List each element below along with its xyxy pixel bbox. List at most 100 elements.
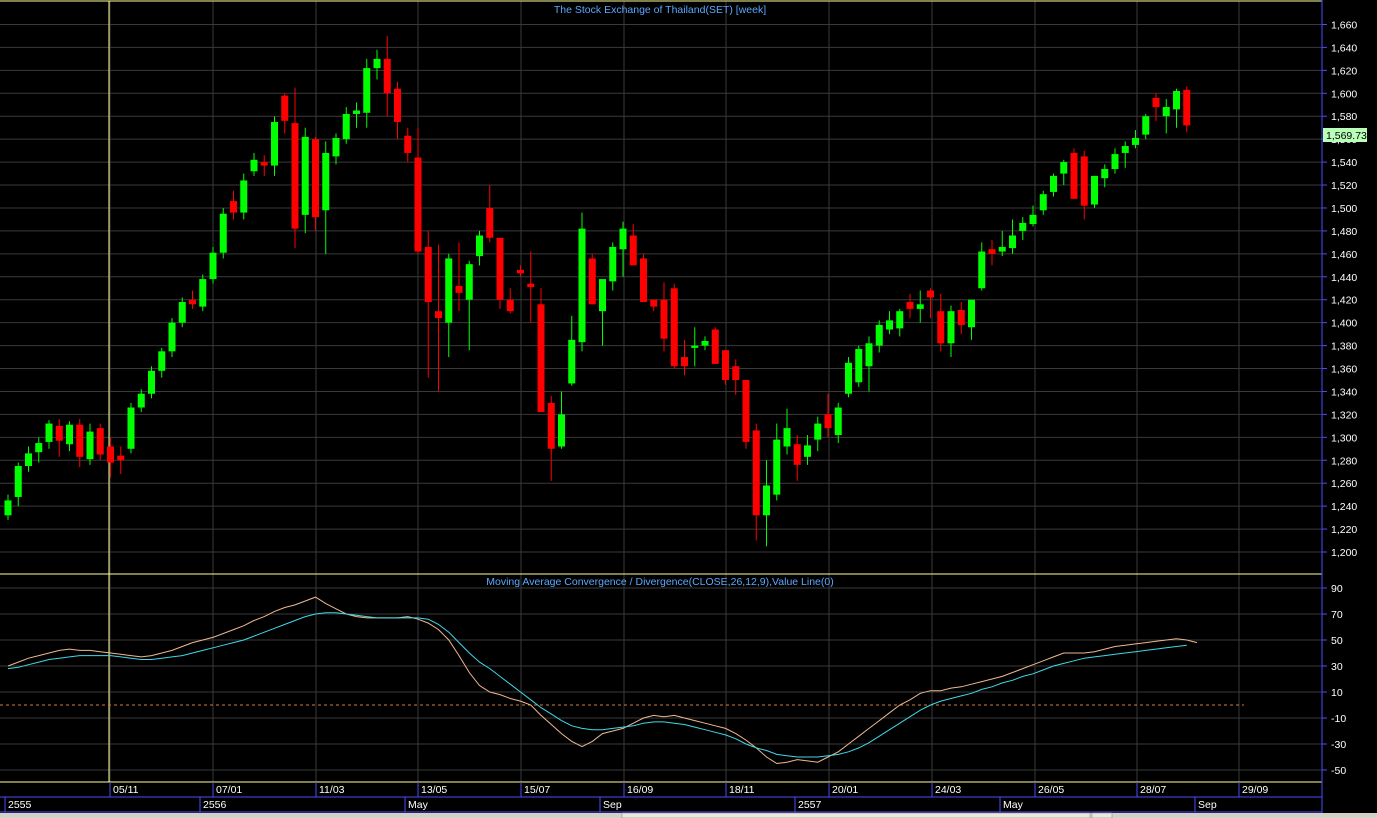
candle-body-up bbox=[855, 349, 863, 383]
candle-body-down bbox=[906, 302, 914, 309]
candlestick bbox=[199, 274, 207, 312]
candle-body-down bbox=[537, 304, 545, 413]
price-axis-label: 1,480 bbox=[1331, 226, 1357, 238]
candle-body-up bbox=[578, 228, 586, 343]
candle-body-down bbox=[1080, 156, 1088, 206]
date-axis-lower-label: 2556 bbox=[203, 799, 227, 811]
macd-axis-label: 50 bbox=[1331, 635, 1343, 647]
candle-body-down bbox=[1183, 89, 1191, 126]
price-axis-label: 1,200 bbox=[1331, 547, 1357, 559]
candle-body-down bbox=[76, 424, 84, 457]
candle-body-up bbox=[609, 246, 617, 282]
candle-body-up bbox=[1101, 168, 1109, 179]
candle-body-up bbox=[691, 345, 699, 348]
date-axis-lower-label: 2557 bbox=[798, 799, 822, 811]
macd-axis-label: -50 bbox=[1331, 765, 1346, 777]
price-axis-label: 1,380 bbox=[1331, 341, 1357, 353]
candle-body-down bbox=[793, 444, 801, 465]
candle-body-up bbox=[619, 228, 627, 250]
candle-body-down bbox=[455, 285, 463, 293]
price-axis-label: 1,640 bbox=[1331, 42, 1357, 54]
candle-body-up bbox=[168, 322, 176, 352]
candle-body-down bbox=[394, 88, 401, 122]
horizontal-scrollbar[interactable] bbox=[0, 812, 1377, 818]
candle-body-down bbox=[435, 311, 442, 319]
candle-body-up bbox=[445, 258, 453, 323]
candlestick bbox=[537, 288, 545, 413]
candle-body-down bbox=[722, 350, 729, 380]
candle-body-down bbox=[107, 446, 114, 463]
candle-body-up bbox=[373, 58, 381, 69]
candle-body-down bbox=[383, 58, 391, 94]
candle-body-down bbox=[55, 425, 63, 441]
price-axis-label: 1,340 bbox=[1331, 386, 1357, 398]
candlestick bbox=[711, 327, 719, 364]
candle-body-down bbox=[486, 207, 494, 238]
price-axis-label: 1,360 bbox=[1331, 364, 1357, 376]
candle-body-down bbox=[711, 329, 719, 364]
candle-body-up bbox=[568, 339, 576, 384]
date-axis-lower-label: May bbox=[1003, 799, 1024, 811]
price-axis-label: 1,320 bbox=[1331, 409, 1357, 421]
candle-body-up bbox=[86, 431, 94, 460]
date-axis-upper-label: 07/01 bbox=[216, 784, 242, 796]
candle-body-up bbox=[896, 311, 904, 329]
date-axis-upper-label: 05/11 bbox=[113, 784, 139, 796]
candle-body-up bbox=[763, 485, 770, 516]
scrollbar-arrow-button[interactable] bbox=[1091, 812, 1113, 818]
date-axis-upper-label: 24/03 bbox=[935, 784, 961, 796]
macd-axis-label: 10 bbox=[1331, 687, 1343, 699]
candle-body-up bbox=[1050, 175, 1057, 192]
candle-body-up bbox=[998, 246, 1006, 252]
candle-body-down bbox=[424, 246, 432, 303]
candle-body-up bbox=[814, 423, 822, 440]
candle-body-down bbox=[496, 237, 504, 300]
candle-body-up bbox=[158, 351, 166, 371]
date-axis-upper-label: 29/09 bbox=[1242, 784, 1268, 796]
candle-body-up bbox=[834, 407, 842, 436]
date-axis-upper-label: 20/01 bbox=[832, 784, 858, 796]
price-axis-label: 1,520 bbox=[1331, 180, 1357, 192]
candle-body-up bbox=[968, 299, 975, 328]
date-axis-lower-label: May bbox=[408, 799, 429, 811]
candle-body-down bbox=[517, 269, 524, 274]
candle-body-down bbox=[957, 310, 965, 325]
candlestick bbox=[1091, 175, 1098, 208]
candlestick bbox=[496, 237, 504, 309]
date-axis-upper-label: 15/07 bbox=[524, 784, 550, 796]
candle-body-up bbox=[342, 113, 350, 140]
candle-body-up bbox=[558, 414, 565, 447]
price-axis-label: 1,460 bbox=[1331, 249, 1357, 261]
price-axis-label: 1,300 bbox=[1331, 432, 1357, 444]
candle-body-up bbox=[66, 424, 73, 445]
date-axis-upper-label: 26/05 bbox=[1038, 784, 1064, 796]
candlestick bbox=[670, 283, 678, 369]
date-axis-upper-label: 18/11 bbox=[729, 784, 755, 796]
candle-body-down bbox=[291, 123, 299, 229]
candle-body-up bbox=[1019, 222, 1027, 231]
candle-body-up bbox=[947, 311, 955, 344]
price-axis-label: 1,600 bbox=[1331, 88, 1357, 100]
scrollbar-thumb[interactable] bbox=[621, 812, 1091, 818]
macd-axis-label: 90 bbox=[1331, 583, 1343, 595]
macd-axis-label: 70 bbox=[1331, 609, 1343, 621]
candle-body-up bbox=[845, 362, 852, 394]
macd-axis-label: 30 bbox=[1331, 661, 1343, 673]
chart-background bbox=[0, 0, 1377, 818]
candle-body-down bbox=[1070, 152, 1078, 199]
candle-body-down bbox=[1152, 97, 1160, 108]
candlestick bbox=[855, 345, 863, 387]
price-axis-label: 1,280 bbox=[1331, 455, 1357, 467]
candlestick bbox=[1183, 86, 1191, 133]
candlestick bbox=[845, 357, 852, 398]
candle-body-down bbox=[824, 414, 832, 429]
candlestick bbox=[312, 136, 319, 231]
date-axis-upper-label: 13/05 bbox=[421, 784, 447, 796]
candle-body-up bbox=[1091, 175, 1098, 205]
candle-body-up bbox=[1162, 107, 1170, 117]
price-axis-label: 1,420 bbox=[1331, 295, 1357, 307]
candlestick bbox=[742, 379, 750, 449]
candle-body-up bbox=[1060, 162, 1068, 174]
candlestick bbox=[219, 207, 227, 259]
candle-body-up bbox=[1029, 214, 1037, 225]
